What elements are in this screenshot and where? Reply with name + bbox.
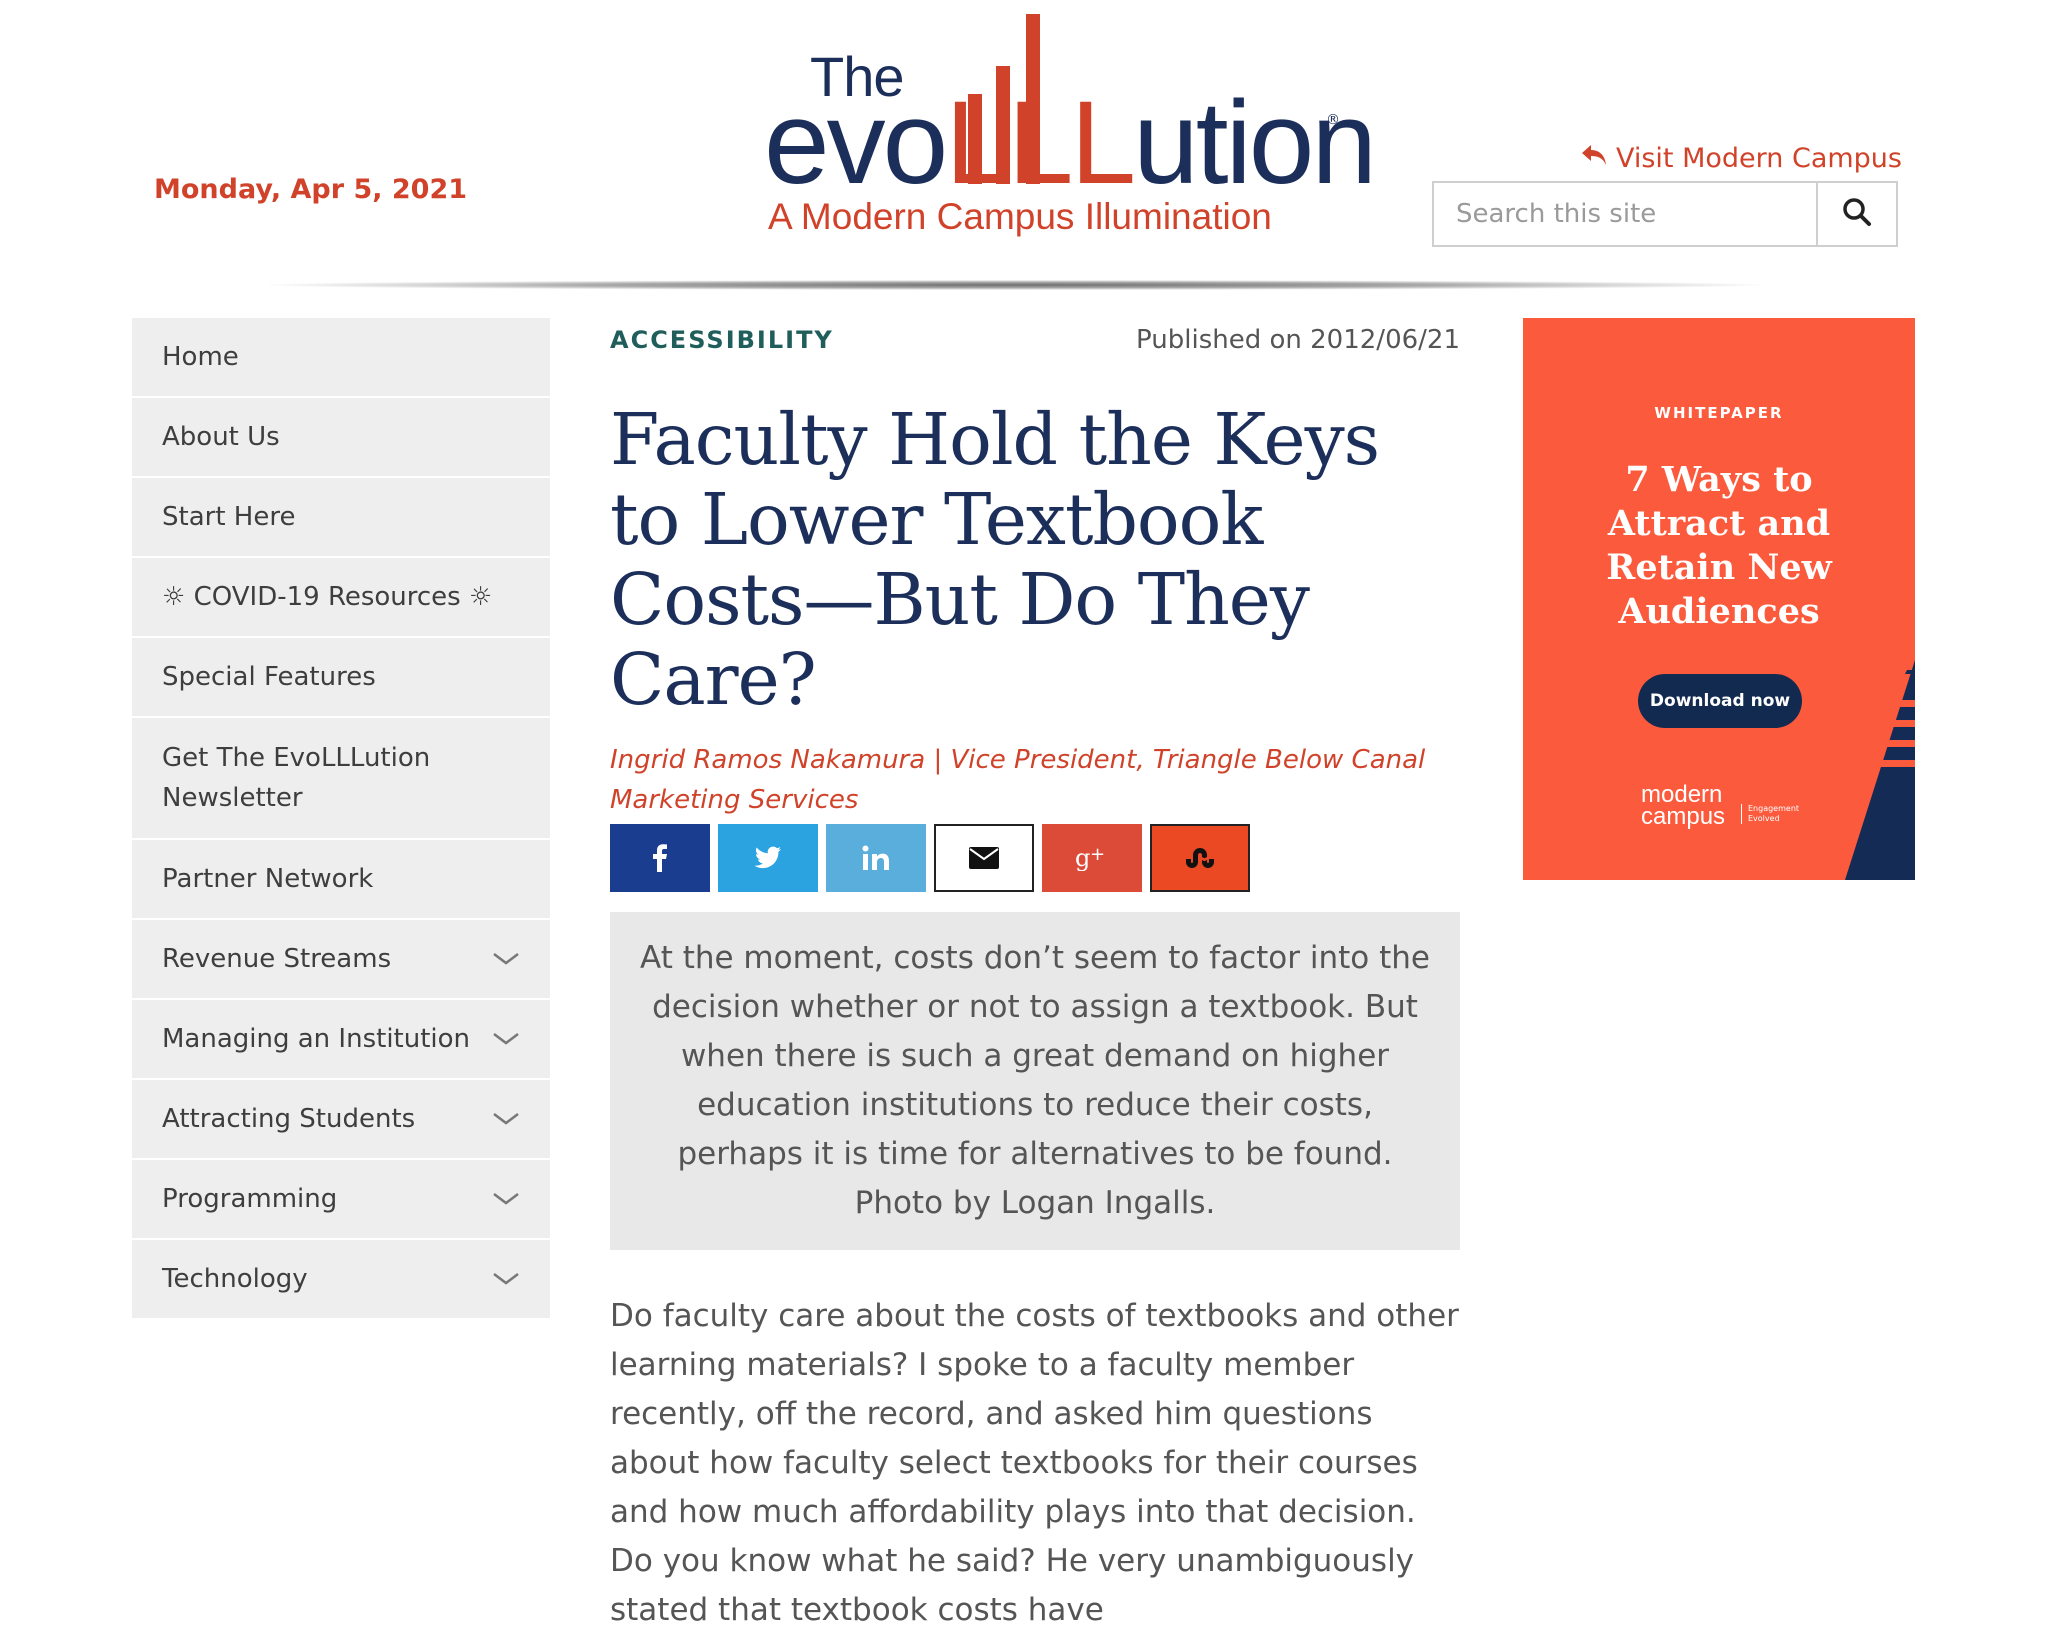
logo-registered-mark: ® (1326, 112, 1340, 128)
envelope-icon (969, 847, 999, 869)
current-date: Monday, Apr 5, 2021 (154, 174, 468, 205)
sidebar-item-technology[interactable]: Technology (132, 1240, 550, 1320)
reply-arrow-icon (1580, 143, 1608, 174)
ad-kicker: WHITEPAPER (1654, 404, 1784, 422)
sidebar-item-partner-network[interactable]: Partner Network (132, 840, 550, 920)
sidebar-item-programming[interactable]: Programming (132, 1160, 550, 1240)
logo-wordmark: evoLLLution (764, 77, 1377, 209)
share-google-plus-button[interactable]: g + (1042, 824, 1142, 892)
share-bar: g + (610, 824, 1460, 892)
chevron-down-icon (493, 1113, 519, 1125)
facebook-icon (653, 844, 667, 872)
sidebar-item-attracting-students[interactable]: Attracting Students (132, 1080, 550, 1160)
sidebar-item-covid-19-resources[interactable]: ☼ COVID-19 Resources ☼ (132, 558, 550, 638)
twitter-icon (754, 846, 781, 869)
chevron-down-icon (493, 1193, 519, 1205)
ad-download-button[interactable]: Download now (1638, 674, 1802, 728)
share-twitter-button[interactable] (718, 824, 818, 892)
visit-link-label: Visit Modern Campus (1615, 143, 1902, 174)
share-facebook-button[interactable] (610, 824, 710, 892)
logo-tagline: A Modern Campus Illumination (768, 196, 1272, 237)
sidebar-item-home[interactable]: Home (132, 318, 550, 398)
share-email-button[interactable] (934, 824, 1034, 892)
sidebar-item-newsletter[interactable]: Get The EvoLLLution Newsletter (132, 718, 550, 840)
modern-campus-logo: modern campus (1641, 781, 1726, 830)
chevron-down-icon (493, 953, 519, 965)
sidebar-item-start-here[interactable]: Start Here (132, 478, 550, 558)
sidebar-nav: Home About Us Start Here ☼ COVID-19 Reso… (132, 318, 550, 1320)
chevron-down-icon (493, 1033, 519, 1045)
photo-caption: At the moment, costs don’t seem to facto… (610, 912, 1460, 1250)
site-search (1432, 181, 1898, 247)
google-plus-icon: g + (1075, 845, 1105, 871)
linkedin-icon (862, 845, 889, 870)
site-logo[interactable]: The evoLLLution ® A Modern Campus Illumi… (760, 8, 1377, 248)
sidebar-item-revenue-streams[interactable]: Revenue Streams (132, 920, 550, 1000)
header-divider (270, 280, 1760, 290)
ad-title: 7 Ways to Attract and Retain New Audienc… (1606, 459, 1832, 632)
published-date: Published on 2012/06/21 (1136, 325, 1460, 355)
article-title: Faculty Hold the Keys to Lower Textbook … (610, 398, 1380, 721)
search-button[interactable] (1816, 183, 1896, 245)
modern-campus-logo-tagline: Engagement Evolved (1741, 804, 1799, 824)
chevron-down-icon (493, 1273, 519, 1285)
sidebar-item-managing-an-institution[interactable]: Managing an Institution (132, 1000, 550, 1080)
article-body: Do faculty care about the costs of textb… (610, 1298, 1459, 1628)
ad-triangle-graphic (1845, 660, 1915, 880)
article-category-link[interactable]: ACCESSIBILITY (610, 326, 834, 354)
article-byline[interactable]: Ingrid Ramos Nakamura | Vice President, … (610, 740, 1460, 820)
search-icon (1842, 197, 1872, 231)
stumbleupon-icon (1186, 848, 1214, 868)
share-linkedin-button[interactable] (826, 824, 926, 892)
svg-text:+: + (1090, 845, 1105, 865)
article: ACCESSIBILITY Published on 2012/06/21 Fa… (610, 318, 1460, 1635)
sidebar-item-about-us[interactable]: About Us (132, 398, 550, 478)
article-meta: ACCESSIBILITY Published on 2012/06/21 (610, 318, 1460, 362)
sidebar-item-special-features[interactable]: Special Features (132, 638, 550, 718)
svg-text:g: g (1075, 845, 1090, 871)
share-stumbleupon-button[interactable] (1150, 824, 1250, 892)
search-input[interactable] (1434, 183, 1816, 245)
whitepaper-ad[interactable]: WHITEPAPER 7 Ways to Attract and Retain … (1523, 318, 1915, 880)
visit-modern-campus-link[interactable]: Visit Modern Campus (1580, 143, 1902, 174)
